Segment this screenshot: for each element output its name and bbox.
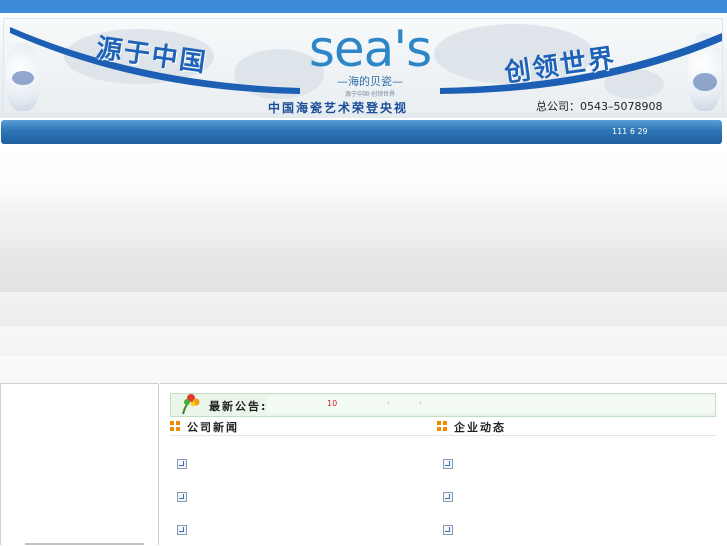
notice-label: 最新公告: <box>209 400 268 413</box>
background-band <box>0 326 727 356</box>
notice-bar: 最新公告: 10 · · <box>170 393 716 417</box>
top-bar <box>0 0 727 13</box>
company-news-title[interactable]: 公司新闻 <box>187 419 239 435</box>
banner-caption: 中国海瓷艺术荣登央视 <box>268 101 409 115</box>
background-band <box>0 292 727 326</box>
enterprise-news-header: 企业动态 <box>437 418 716 436</box>
background-band <box>0 146 727 196</box>
enterprise-news-title[interactable]: 企业动态 <box>454 419 506 435</box>
brand-logo[interactable]: sea's —海的贝瓷— 源于中国·创领世界 <box>300 23 440 98</box>
flower-icon <box>182 394 200 415</box>
background-band <box>0 248 727 292</box>
banner-phone: 总公司：0543–5078908 <box>536 100 663 113</box>
grid-icon <box>170 421 181 432</box>
notice-marquee[interactable]: 10 · · <box>267 396 715 413</box>
background-band <box>0 196 727 220</box>
notice-dot: · <box>419 399 422 408</box>
current-date: 111 6 29 <box>612 127 648 136</box>
logo-tagline: 源于中国·创领世界 <box>345 91 395 98</box>
news-arrow-icon[interactable] <box>177 492 187 502</box>
notice-text: 10 <box>327 399 338 408</box>
news-arrow-icon[interactable] <box>177 459 187 469</box>
header-rule <box>437 435 716 436</box>
news-arrow-icon[interactable] <box>443 525 453 535</box>
news-arrow-icon[interactable] <box>443 459 453 469</box>
content-panel: 最新公告: 10 · · 公司新闻 企业动态 <box>160 383 727 546</box>
company-news-header: 公司新闻 <box>170 418 436 436</box>
header-banner: 源于中国 创领世界 sea's —海的贝瓷— 源于中国·创领世界 中国海瓷艺术荣… <box>0 13 727 118</box>
navigation-bar: 111 6 29 <box>1 120 722 144</box>
notice-dot: · <box>387 399 390 408</box>
grid-icon <box>437 421 448 432</box>
header-rule <box>170 435 436 436</box>
news-arrow-icon[interactable] <box>177 525 187 535</box>
background-band <box>0 220 727 248</box>
news-arrow-icon[interactable] <box>443 492 453 502</box>
background-band <box>0 356 727 383</box>
logo-text: sea's <box>308 20 432 78</box>
left-sidebar <box>0 383 159 545</box>
main-content-area: 最新公告: 10 · · 公司新闻 企业动态 <box>0 383 727 545</box>
